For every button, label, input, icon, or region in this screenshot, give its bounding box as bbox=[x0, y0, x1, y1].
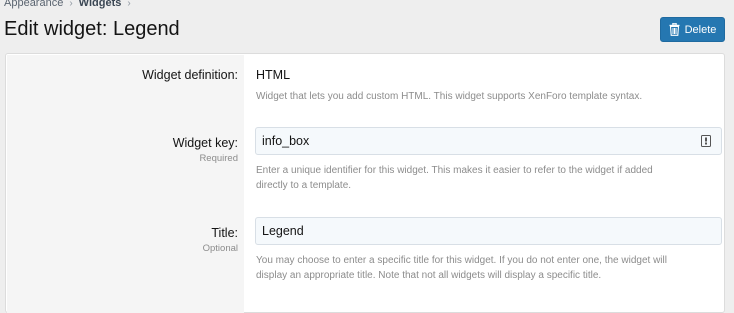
password-manager-icon[interactable] bbox=[701, 135, 711, 150]
breadcrumb-separator: › bbox=[69, 0, 73, 9]
delete-button[interactable]: Delete bbox=[660, 17, 725, 42]
breadcrumb-separator: › bbox=[127, 0, 131, 9]
breadcrumb-widgets[interactable]: Widgets bbox=[79, 0, 122, 9]
page-title: Edit widget: Legend bbox=[4, 18, 180, 40]
widget-definition-explain: Widget that lets you add custom HTML. Th… bbox=[256, 91, 643, 102]
breadcrumb-appearance[interactable]: Appearance bbox=[4, 0, 63, 9]
title-optional-hint: Optional bbox=[202, 243, 238, 254]
delete-button-label: Delete bbox=[684, 23, 717, 36]
widget-key-required-hint: Required bbox=[199, 153, 238, 164]
widget-definition-label: Widget definition: bbox=[142, 68, 238, 82]
widget-key-input[interactable]: info_box bbox=[255, 127, 722, 155]
widget-key-input-value: info_box bbox=[262, 134, 310, 148]
widget-key-explain-line2: directly to a template. bbox=[256, 180, 352, 191]
widget-key-explain-line1: Enter a unique identifier for this widge… bbox=[256, 165, 653, 176]
title-input[interactable]: Legend bbox=[255, 217, 722, 245]
form-label-column bbox=[7, 55, 244, 313]
title-label: Title: bbox=[211, 226, 238, 240]
title-input-value: Legend bbox=[262, 224, 304, 238]
title-explain-line2: display an appropriate title. Note that … bbox=[256, 270, 602, 281]
widget-definition-value: HTML bbox=[256, 68, 291, 82]
breadcrumb: Appearance › Widgets › bbox=[4, 0, 131, 10]
widget-form-panel: Widget definition: HTML Widget that lets… bbox=[5, 53, 725, 313]
title-explain-line1: You may choose to enter a specific title… bbox=[256, 255, 667, 266]
trash-icon bbox=[669, 23, 680, 36]
widget-key-label: Widget key: bbox=[172, 136, 238, 150]
